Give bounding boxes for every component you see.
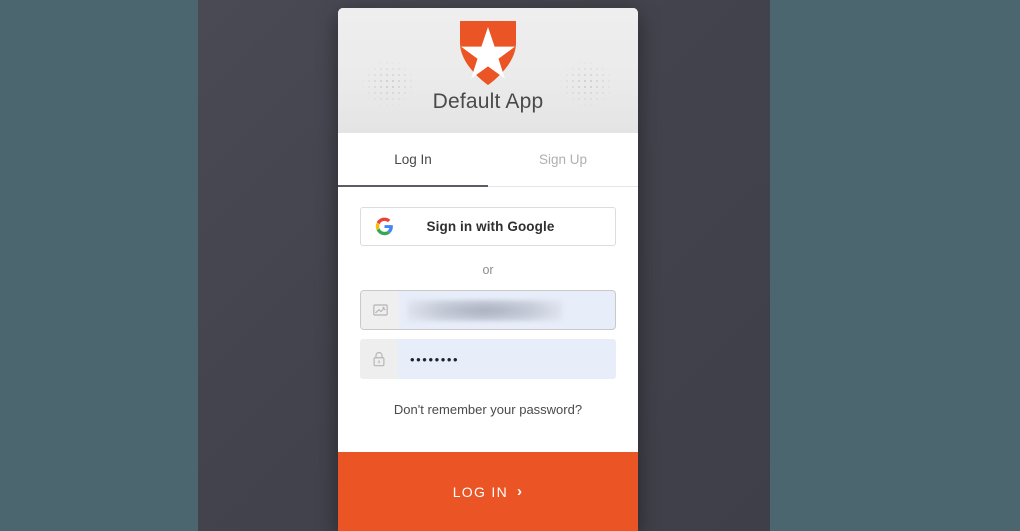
auth0-shield-star-icon — [455, 16, 521, 88]
screenshot-stage: Default App Log In Sign Up Sign in with … — [0, 0, 1020, 531]
dot-pattern-decoration-right — [558, 60, 616, 108]
page-title: Default App — [432, 90, 544, 113]
log-in-button[interactable]: LOG IN › — [338, 452, 638, 531]
envelope-icon — [361, 291, 399, 329]
widget-header: Default App — [338, 8, 638, 133]
dot-pattern-decoration-left — [360, 60, 418, 108]
google-g-icon — [375, 217, 393, 236]
forgot-password-link[interactable]: Don't remember your password? — [360, 402, 616, 417]
tab-signup[interactable]: Sign Up — [488, 133, 638, 186]
tab-login[interactable]: Log In — [338, 133, 488, 187]
email-field[interactable] — [360, 290, 616, 330]
log-in-button-label: LOG IN — [452, 483, 508, 500]
auth-mode-tabs: Log In Sign Up — [338, 133, 638, 187]
sign-in-with-google-button[interactable]: Sign in with Google — [360, 207, 616, 246]
auth0-login-widget: Default App Log In Sign Up Sign in with … — [338, 8, 638, 531]
email-input[interactable] — [399, 291, 615, 329]
chevron-right-icon: › — [516, 483, 524, 500]
separator-label: or — [482, 263, 494, 277]
widget-body: Sign in with Google or •••••••• Don't re… — [338, 187, 638, 452]
lock-icon — [360, 339, 398, 379]
sign-in-with-google-label: Sign in with Google — [426, 219, 555, 234]
password-field[interactable] — [360, 339, 616, 379]
password-input[interactable] — [398, 339, 616, 379]
